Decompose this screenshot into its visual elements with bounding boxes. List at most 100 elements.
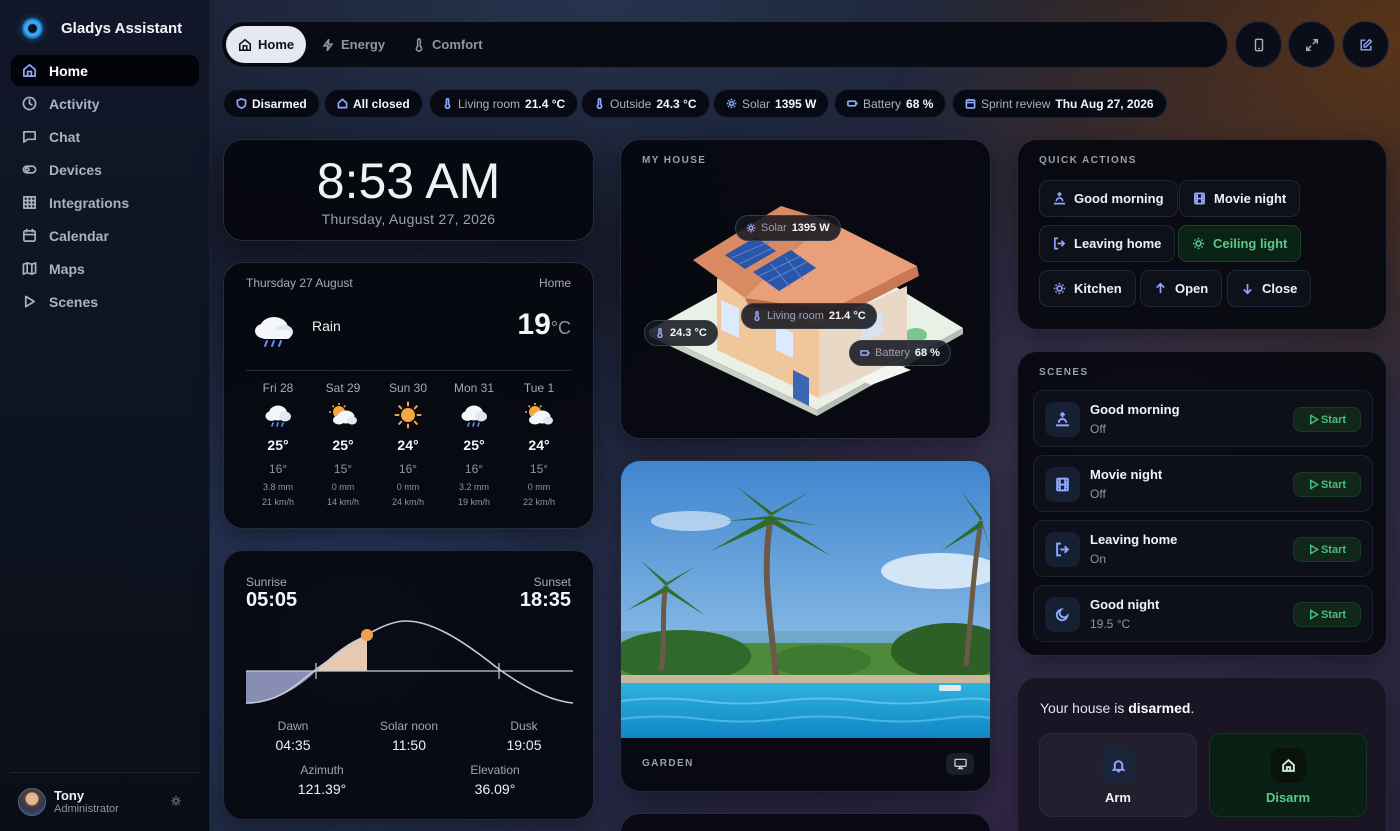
movie-night-action-button[interactable]: Movie night [1179,180,1301,217]
sidebar-item-label: Chat [49,128,81,145]
forecast-day-label: Tue 1 [523,381,555,395]
solar-noon-label: Solar noon [379,719,439,733]
exit-icon [1054,237,1066,250]
brand[interactable]: Gladys Assistant [22,18,182,39]
edit-dashboard-button[interactable] [1342,21,1389,68]
battery-icon [847,100,858,107]
alarm-status-chip[interactable]: Disarmed [223,89,320,118]
scene-start-button[interactable]: Start [1293,472,1361,497]
tab-home[interactable]: Home [226,26,307,63]
sidebar-item-scenes[interactable]: Scenes [11,286,199,317]
sidebar-item-label: Activity [49,95,100,112]
scene-start-button[interactable]: Start [1293,407,1361,432]
alarm-card: Your house is disarmed. Arm Disarm [1017,677,1387,831]
forecast-wind: 22 km/h [522,497,555,507]
open-shutters-button[interactable]: Open [1140,270,1223,307]
sidebar-item-integrations[interactable]: Integrations [11,187,199,218]
home-icon [23,64,36,77]
chip-label: Sprint review [981,96,1051,111]
scene-name: Good night [1090,597,1160,612]
sun-icon [1192,237,1205,250]
garden-camera-image[interactable] [621,461,991,738]
forecast-wind: 19 km/h [457,497,490,507]
sun-path-chart [246,620,573,704]
partly-sunny-icon [508,398,570,432]
action-label: Close [1262,281,1298,296]
chip-label: Solar [742,96,771,111]
solar-chip[interactable]: Solar 1395 W [713,89,830,118]
kitchen-light-button[interactable]: Kitchen [1039,270,1136,307]
weather-temperature: 19°C [517,308,571,342]
scene-icon-box [1045,467,1080,502]
sidebar-item-devices[interactable]: Devices [11,154,199,185]
sun-icon [726,98,737,109]
leaving-home-action-button[interactable]: Leaving home [1039,225,1176,262]
house-solar-badge[interactable]: Solar 1395 W [735,215,841,241]
cast-button[interactable] [946,753,974,775]
badge-label: Solar [761,222,787,234]
garden-caption: GARDEN [642,758,694,769]
house-outside-badge[interactable]: 24.3 °C [644,320,718,346]
ceiling-light-toggle[interactable]: Ceiling light [1178,225,1302,262]
tablet-icon [1254,38,1263,51]
tab-energy[interactable]: Energy [309,26,397,63]
action-label: Leaving home [1074,236,1162,251]
clock-icon [22,96,37,111]
forecast-high: 24° [397,437,419,453]
dusk-stat: Dusk 19:05 [479,719,569,753]
living-room-temp-chip[interactable]: Living room 21.4 °C [429,89,579,118]
scene-start-button[interactable]: Start [1293,537,1361,562]
sidebar-item-label: Integrations [49,194,130,211]
rain-cloud-icon [255,317,293,347]
action-label: Movie night [1214,191,1287,206]
sidebar-item-label: Calendar [49,227,109,244]
scene-row: Good night 19.5 °C Start [1033,585,1373,642]
sidebar-item-maps[interactable]: Maps [11,253,199,284]
openings-status-chip[interactable]: All closed [324,89,423,118]
moon-icon [1055,607,1070,622]
calendar-icon [23,228,36,242]
user-role: Administrator [54,803,119,815]
house-battery-badge[interactable]: Battery 68 % [849,340,951,366]
play-icon [1309,544,1319,555]
sidebar-item-calendar[interactable]: Calendar [11,220,199,251]
action-label: Open [1175,281,1209,296]
sidebar-item-chat[interactable]: Chat [11,121,199,152]
solar-noon-time: 11:50 [392,737,426,753]
tablet-mode-button[interactable] [1235,21,1282,68]
scene-state: 19.5 °C [1090,617,1131,631]
fullscreen-button[interactable] [1288,21,1335,68]
badge-value: 21.4 °C [828,310,866,322]
chip-value: Disarmed [252,96,307,111]
arm-button[interactable]: Arm [1039,733,1197,817]
tab-comfort[interactable]: Comfort [400,26,495,63]
badge-value: 68 % [914,347,940,359]
scene-icon-box [1045,402,1080,437]
settings-icon[interactable] [170,795,182,807]
start-label: Start [1320,413,1347,426]
scene-row: Leaving home On Start [1033,520,1373,577]
sidebar-item-activity[interactable]: Activity [11,88,199,119]
battery-chip[interactable]: Battery 68 % [834,89,947,118]
house-living-room-badge[interactable]: Living room 21.4 °C [741,303,877,329]
calendar-event-chip[interactable]: Sprint review Thu Aug 27, 2026 [952,89,1167,118]
chip-value: All closed [353,96,410,111]
sidebar-item-home[interactable]: Home [11,55,199,86]
sunrise-label: Sunrise [246,575,287,589]
tab-label: Comfort [432,37,483,52]
user-profile[interactable]: Tony Administrator [10,772,200,830]
thermometer-icon [415,37,423,52]
scene-start-button[interactable]: Start [1293,602,1361,627]
badge-value: 1395 W [791,222,830,234]
forecast-high: 24° [528,437,550,453]
disarm-button[interactable]: Disarm [1209,733,1367,817]
chip-label: Battery [863,96,902,111]
azimuth-label: Azimuth [300,763,344,777]
sunset-time: 18:35 [519,589,571,611]
forecast-precipitation: 0 mm [396,482,420,492]
alarm-text-suffix: . [1190,700,1195,716]
outside-temp-chip[interactable]: Outside 24.3 °C [581,89,710,118]
good-morning-action-button[interactable]: Good morning [1039,180,1178,217]
close-shutters-button[interactable]: Close [1227,270,1312,307]
sunrise-icon [1056,412,1069,427]
